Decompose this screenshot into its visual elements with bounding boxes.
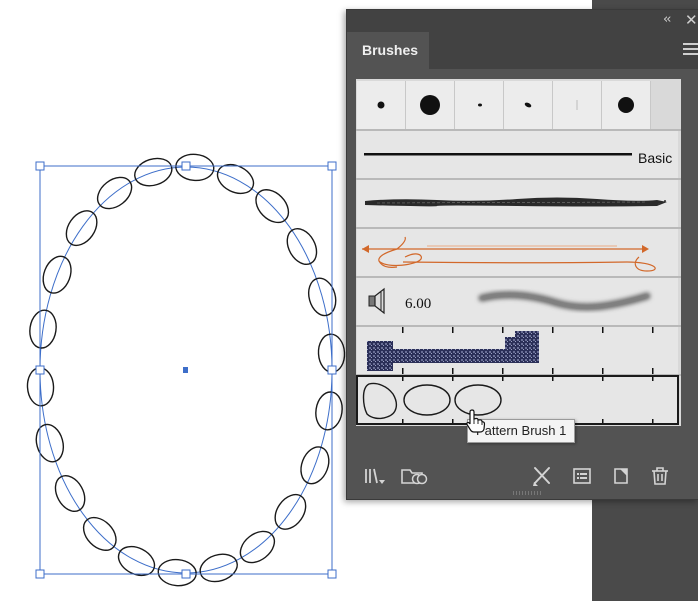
calligraphic-brush-small-round[interactable] <box>357 81 406 129</box>
brush-arrow-art[interactable] <box>357 229 678 276</box>
pattern-brush-1-preview <box>362 376 654 424</box>
pattern-brush-ellipse-artwork[interactable] <box>26 153 346 587</box>
tab-brushes[interactable]: Brushes <box>348 32 429 69</box>
remove-brush-stroke-icon[interactable] <box>531 465 553 487</box>
handle-top-right <box>327 161 337 171</box>
calligraphic-brush-large-round[interactable] <box>406 81 455 129</box>
hand-pointer-cursor <box>466 409 486 433</box>
charcoal-stroke-preview <box>365 197 667 207</box>
brush-pattern-brush-1[interactable] <box>356 375 679 425</box>
calligraphic-brush-thin-vertical[interactable] <box>553 81 602 129</box>
calligraphic-brush-row <box>357 81 678 129</box>
calligraphic-brush-medium-round[interactable] <box>602 81 651 129</box>
panel-title-bar[interactable] <box>347 10 698 32</box>
calligraphic-brush-tiny-oval[interactable] <box>455 81 504 129</box>
brush-stitch-pattern[interactable] <box>357 327 678 374</box>
arrow-stroke-preview <box>362 236 656 272</box>
new-brush-icon[interactable] <box>610 465 632 487</box>
brush-basic[interactable]: Basic <box>357 131 678 178</box>
brush-list[interactable]: Basic 6.00 <box>356 79 681 426</box>
brush-basic-label: Basic <box>638 150 673 166</box>
handle-middle-left <box>35 365 45 375</box>
options-of-selected-object-icon[interactable] <box>571 465 593 487</box>
brush-charcoal-art[interactable] <box>357 180 678 227</box>
close-icon[interactable]: ✕ <box>685 11 698 29</box>
handle-middle-right <box>327 365 337 375</box>
basic-stroke-preview <box>364 153 632 156</box>
calligraphic-brush-angled-oval[interactable] <box>504 81 553 129</box>
collapse-panel-icon[interactable]: ‹‹ <box>663 12 672 27</box>
handle-top-left <box>35 161 45 171</box>
stitch-pattern-preview <box>367 327 654 374</box>
handle-bottom-left <box>35 569 45 579</box>
brush-libraries-menu-icon[interactable] <box>363 465 387 487</box>
delete-brush-icon[interactable] <box>649 465 671 487</box>
handle-bottom-center <box>181 569 191 579</box>
tab-strip <box>429 32 698 69</box>
hamburger-menu-icon[interactable] <box>683 43 698 57</box>
center-point <box>183 367 188 373</box>
bristle-stroke-preview <box>478 291 651 311</box>
brush-bristle[interactable]: 6.00 <box>357 278 678 325</box>
panel-resize-grip[interactable] <box>513 491 541 495</box>
libraries-panel-icon[interactable] <box>400 465 430 487</box>
handle-bottom-right <box>327 569 337 579</box>
handle-top-center <box>181 161 191 171</box>
